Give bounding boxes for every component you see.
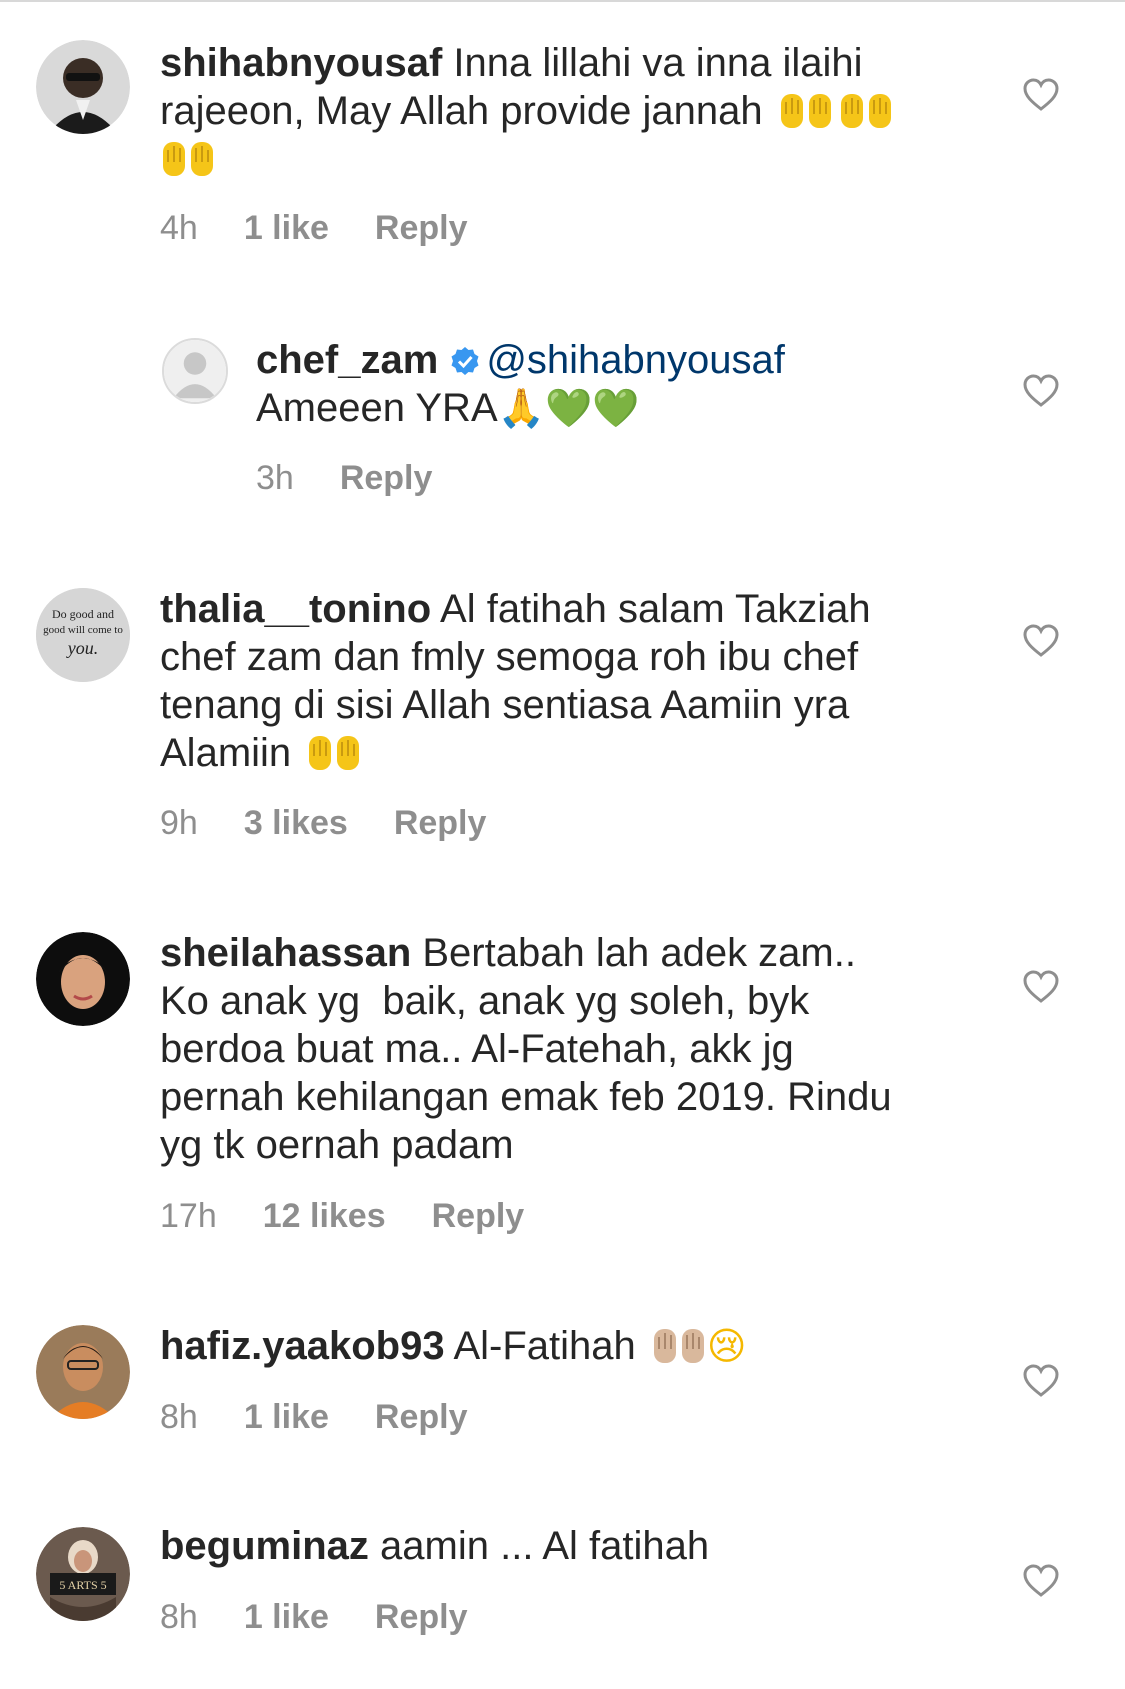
green-heart-emoji-icon: 💚 — [592, 386, 640, 430]
like-heart-icon[interactable] — [1022, 78, 1060, 112]
comment-text: thalia__tonino Al fatihah salam Takziah … — [160, 585, 871, 777]
avatar[interactable] — [36, 932, 130, 1026]
avatar-caption: Do good and — [52, 607, 114, 621]
avatar[interactable] — [36, 40, 130, 134]
reply-button[interactable]: Reply — [340, 459, 433, 497]
green-heart-emoji-icon: 💚 — [544, 386, 593, 430]
username[interactable]: sheilahassan — [160, 931, 411, 975]
comment-meta: 17h 12 likes Reply — [160, 1196, 570, 1236]
reply-button[interactable]: Reply — [375, 1598, 468, 1636]
comment-text: chef_zam @shihabnyousaf Ameeen YRA🙏💚💚 — [256, 336, 785, 432]
avatar-caption: 5 ARTS 5 — [59, 1578, 106, 1592]
comment-meta: 3h Reply — [256, 458, 478, 498]
comment-meta: 8h 1 like Reply — [160, 1597, 514, 1637]
raised-hands-emoji-icon — [160, 136, 216, 180]
comment-body-line1: Al fatihah salam Takziah — [440, 587, 871, 631]
reply-button[interactable]: Reply — [432, 1197, 525, 1235]
raised-hands-emoji-icon — [838, 88, 894, 132]
comment-text: shihabnyousaf Inna lillahi va inna ilaih… — [160, 39, 894, 183]
avatar-caption: good will come to — [43, 624, 123, 636]
timestamp: 9h — [160, 804, 198, 842]
comment-text: sheilahassan Bertabah lah adek zam.. Ko … — [160, 929, 892, 1169]
mention-link[interactable]: @shihabnyousaf — [486, 338, 785, 382]
reply-button[interactable]: Reply — [375, 1398, 468, 1436]
comment-text: hafiz.yaakob93 Al-Fatihah 😢 — [160, 1322, 747, 1370]
comment-meta: 8h 1 like Reply — [160, 1397, 514, 1437]
comment-body-line3: berdoa buat ma.. Al-Fatehah, akk jg — [160, 1027, 794, 1071]
palms-up-emoji-icon — [651, 1323, 707, 1367]
username[interactable]: chef_zam — [256, 338, 438, 382]
avatar[interactable]: 5 ARTS 5 — [36, 1527, 130, 1621]
like-heart-icon[interactable] — [1022, 1364, 1060, 1398]
default-avatar-icon[interactable] — [162, 338, 228, 404]
comment-meta: 9h 3 likes Reply — [160, 803, 532, 843]
username[interactable]: shihabnyousaf — [160, 41, 442, 85]
username[interactable]: beguminaz — [160, 1524, 369, 1568]
timestamp: 8h — [160, 1398, 198, 1436]
avatar-caption: you. — [66, 638, 99, 658]
like-heart-icon[interactable] — [1022, 1564, 1060, 1598]
comment-body-line3: tenang di sisi Allah sentiasa Aamiin yra — [160, 683, 850, 727]
timestamp: 8h — [160, 1598, 198, 1636]
comment-body-line4: Alamiin — [160, 731, 292, 775]
comment-body-line1: Bertabah lah adek zam.. — [422, 931, 856, 975]
likes-count[interactable]: 1 like — [244, 1398, 329, 1436]
comment-text: beguminaz aamin ... Al fatihah — [160, 1522, 709, 1570]
comment-body-line2: chef zam dan fmly semoga roh ibu chef — [160, 635, 859, 679]
reply-button[interactable]: Reply — [375, 209, 468, 247]
comment-body-line1: Inna lillahi va inna ilaihi — [453, 41, 863, 85]
timestamp: 4h — [160, 209, 198, 247]
folded-hands-emoji-icon: 🙏 — [497, 386, 545, 430]
verified-badge-icon — [450, 339, 480, 375]
comment-body: aamin ... Al fatihah — [380, 1524, 710, 1568]
likes-count[interactable]: 12 likes — [263, 1197, 386, 1235]
like-heart-icon[interactable] — [1022, 374, 1060, 408]
avatar[interactable] — [36, 1325, 130, 1419]
timestamp: 17h — [160, 1197, 217, 1235]
avatar[interactable]: Do good and good will come to you. — [36, 588, 130, 682]
username[interactable]: hafiz.yaakob93 — [160, 1324, 445, 1368]
top-divider — [0, 0, 1125, 2]
comment-body-line5: yg tk oernah padam — [160, 1123, 514, 1167]
reply-button[interactable]: Reply — [394, 804, 487, 842]
comment-body-line2: rajeeon, May Allah provide jannah — [160, 89, 763, 133]
likes-count[interactable]: 3 likes — [244, 804, 348, 842]
comment-body-line4: pernah kehilangan emak feb 2019. Rindu — [160, 1075, 892, 1119]
comment-body: Al-Fatihah — [453, 1324, 636, 1368]
crying-face-emoji-icon: 😢 — [706, 1324, 747, 1368]
like-heart-icon[interactable] — [1022, 624, 1060, 658]
timestamp: 3h — [256, 459, 294, 497]
comment-body: Ameeen YRA — [256, 386, 498, 430]
likes-count[interactable]: 1 like — [244, 209, 329, 247]
like-heart-icon[interactable] — [1022, 970, 1060, 1004]
comment-body-line2: Ko anak yg baik, anak yg soleh, byk — [160, 979, 810, 1023]
raised-hands-emoji-icon — [778, 88, 834, 132]
likes-count[interactable]: 1 like — [244, 1598, 329, 1636]
comment-meta: 4h 1 like Reply — [160, 208, 514, 248]
raised-hands-emoji-icon — [306, 730, 362, 774]
username[interactable]: thalia__tonino — [160, 587, 431, 631]
